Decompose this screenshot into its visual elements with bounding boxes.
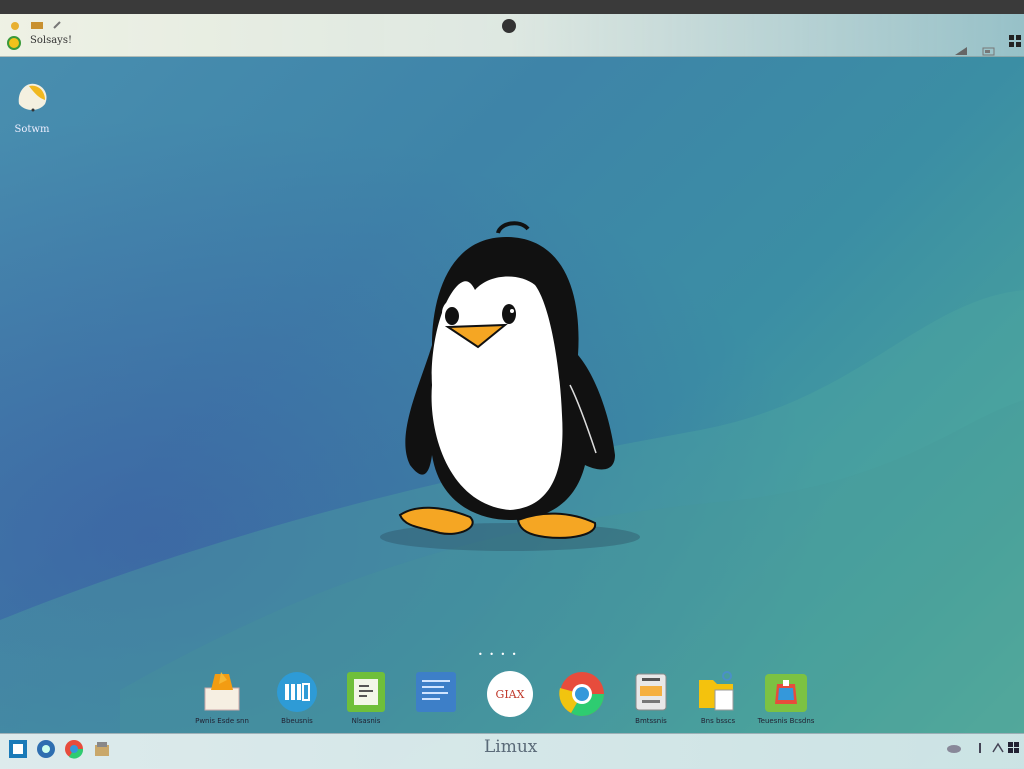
dock-app-label: Bbeusnis xyxy=(281,717,313,725)
grid-icon[interactable] xyxy=(1008,34,1022,48)
folder-small-icon[interactable] xyxy=(30,20,44,30)
start-menu-icon[interactable] xyxy=(8,739,28,759)
taskbar-label: Limux xyxy=(484,737,538,757)
camera-dot xyxy=(502,19,516,33)
mail-icon-text: GIAX xyxy=(496,688,525,701)
taskbar-chrome-icon[interactable] xyxy=(64,739,84,759)
dock-app-chrome[interactable] xyxy=(552,670,612,721)
dock-app-gmail[interactable]: GIAX xyxy=(480,670,540,721)
app-menu-icon[interactable] xyxy=(6,35,22,51)
tool-icon[interactable] xyxy=(52,20,62,30)
network-app-icon xyxy=(277,672,317,712)
editor-icon xyxy=(347,672,385,712)
dock-app-label: Bns bsscs xyxy=(700,717,736,725)
dock-app-files[interactable]: Pwnis Esde snn xyxy=(192,670,252,725)
dock-app-archive[interactable]: Bmtssnis xyxy=(621,670,681,725)
dock-app-label: Teuesnis Bcsdns xyxy=(757,717,815,725)
taskbar-files-icon[interactable] xyxy=(92,739,112,759)
dock-app-label: Pwnis Esde snn xyxy=(195,717,249,725)
battery-icon[interactable] xyxy=(982,46,996,56)
top-frame xyxy=(0,0,1024,14)
dock-app-label: Bmtssnis xyxy=(635,717,667,725)
dock-app-network[interactable]: Bbeusnis xyxy=(267,670,327,725)
chrome-icon xyxy=(559,672,604,716)
dock-indicator: • • • • xyxy=(478,650,519,659)
store-icon xyxy=(765,674,807,712)
pin-icon[interactable] xyxy=(975,742,985,754)
dock-app-folder[interactable]: Bns bsscs xyxy=(688,670,748,725)
menu-icon[interactable] xyxy=(10,21,20,31)
files-icon xyxy=(204,672,240,711)
mail-icon: GIAX xyxy=(487,671,533,717)
desktop-icon-label: Sotwm xyxy=(14,124,50,135)
dock-app-store[interactable]: Teuesnis Bcsdns xyxy=(756,670,816,725)
taskbar: Limux xyxy=(0,733,1024,769)
panel-title: Solsays! xyxy=(30,35,72,46)
network-icon[interactable] xyxy=(954,46,968,56)
terminal-icon xyxy=(416,672,456,712)
dock-app-terminal[interactable] xyxy=(406,670,466,717)
tux-small-icon xyxy=(18,83,47,112)
dock-app-label: Nlsasnis xyxy=(351,717,381,725)
taskbar-browser-icon[interactable] xyxy=(36,739,56,759)
folder-icon xyxy=(699,671,734,711)
dock-app-editor[interactable]: Nlsasnis xyxy=(336,670,396,725)
chevron-up-icon[interactable] xyxy=(992,742,1004,754)
desktop-icon[interactable]: Sotwm xyxy=(12,80,52,135)
archive-icon xyxy=(635,673,667,711)
grid-small-icon[interactable] xyxy=(1008,742,1020,754)
tux-penguin-image xyxy=(380,221,640,551)
cloud-icon[interactable] xyxy=(946,742,962,754)
